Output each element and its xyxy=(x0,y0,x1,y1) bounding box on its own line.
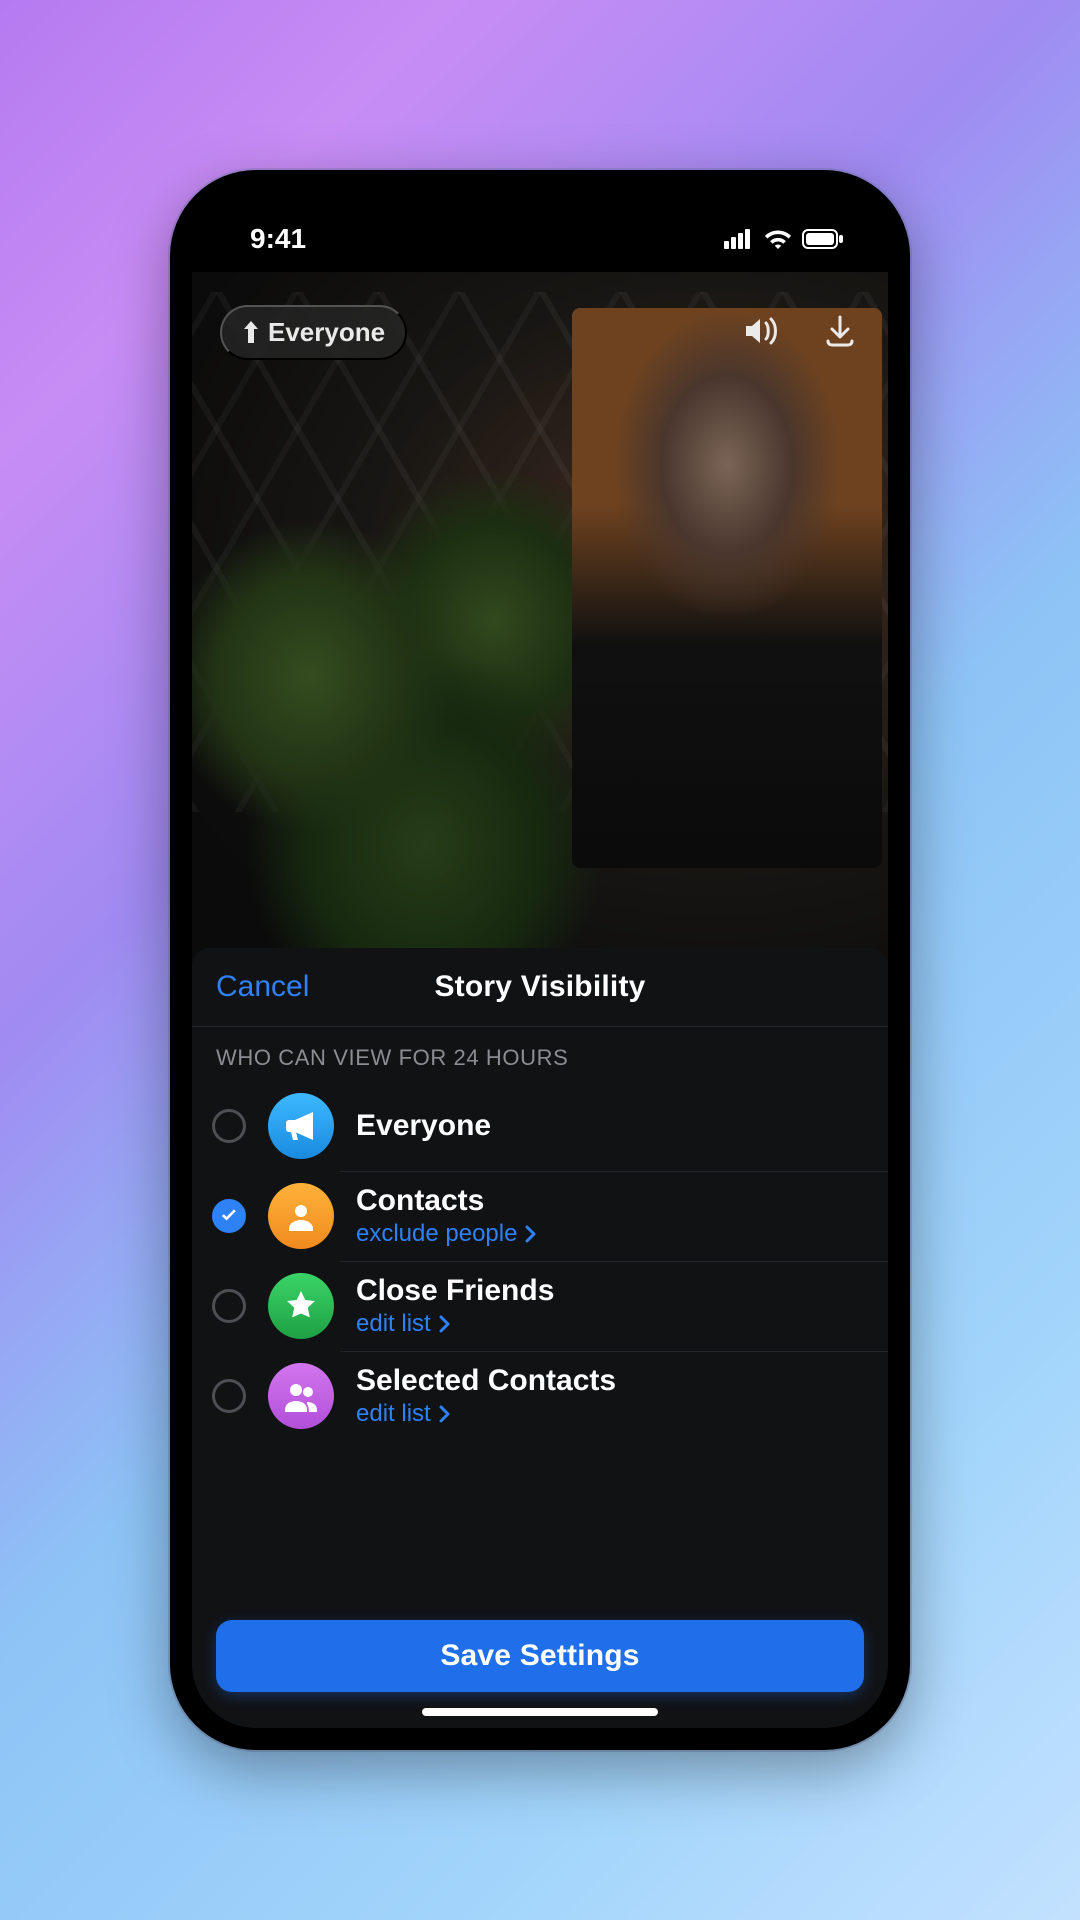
cancel-button[interactable]: Cancel xyxy=(216,970,309,1004)
option-text: Contacts exclude people xyxy=(356,1184,537,1248)
radio-everyone[interactable] xyxy=(212,1109,246,1143)
option-everyone[interactable]: Everyone xyxy=(192,1081,888,1171)
section-label: WHO CAN VIEW FOR 24 HOURS xyxy=(192,1026,888,1081)
option-link-selected-contacts[interactable]: edit list xyxy=(356,1400,616,1428)
option-link-exclude[interactable]: exclude people xyxy=(356,1220,537,1248)
story-person-overlay xyxy=(572,308,882,868)
star-icon xyxy=(268,1273,334,1339)
arrow-up-icon xyxy=(242,321,260,343)
save-button[interactable]: Save Settings xyxy=(216,1620,864,1692)
sheet-header: Cancel Story Visibility xyxy=(192,948,888,1026)
status-time: 9:41 xyxy=(250,223,306,255)
sheet-title: Story Visibility xyxy=(434,970,645,1004)
contact-icon xyxy=(268,1183,334,1249)
radio-contacts[interactable] xyxy=(212,1199,246,1233)
option-title: Contacts xyxy=(356,1184,537,1218)
privacy-pill[interactable]: Everyone xyxy=(220,305,407,360)
option-selected-contacts[interactable]: Selected Contacts edit list xyxy=(192,1351,888,1441)
privacy-sheet: Cancel Story Visibility WHO CAN VIEW FOR… xyxy=(192,948,888,1728)
megaphone-icon xyxy=(268,1093,334,1159)
option-title: Everyone xyxy=(356,1109,491,1143)
cellular-icon xyxy=(724,229,754,249)
privacy-pill-label: Everyone xyxy=(268,317,385,348)
story-foliage-overlay xyxy=(192,452,632,1012)
home-indicator[interactable] xyxy=(422,1708,658,1716)
speaker-icon xyxy=(740,311,780,354)
option-close-friends[interactable]: Close Friends edit list xyxy=(192,1261,888,1351)
people-icon xyxy=(268,1363,334,1429)
story-top-right xyxy=(740,312,860,352)
sound-button[interactable] xyxy=(740,312,780,352)
chevron-right-icon xyxy=(439,1405,451,1423)
option-link-label: exclude people xyxy=(356,1220,517,1248)
chevron-right-icon xyxy=(525,1225,537,1243)
option-contacts[interactable]: Contacts exclude people xyxy=(192,1171,888,1261)
chevron-right-icon xyxy=(439,1315,451,1333)
battery-icon xyxy=(802,229,844,249)
dynamic-island xyxy=(445,208,635,254)
option-text: Everyone xyxy=(356,1109,491,1143)
option-link-close-friends[interactable]: edit list xyxy=(356,1310,554,1338)
option-title: Selected Contacts xyxy=(356,1364,616,1398)
phone-screen: 9:41 Everyone xyxy=(192,192,888,1728)
status-right xyxy=(724,229,844,249)
radio-selected-contacts[interactable] xyxy=(212,1379,246,1413)
wifi-icon xyxy=(764,229,792,249)
option-link-label: edit list xyxy=(356,1310,431,1338)
option-list: Everyone Contacts exclude people xyxy=(192,1081,888,1441)
phone-device-frame: 9:41 Everyone xyxy=(170,170,910,1750)
download-button[interactable] xyxy=(820,312,860,352)
option-text: Selected Contacts edit list xyxy=(356,1364,616,1428)
download-icon xyxy=(822,313,858,352)
option-title: Close Friends xyxy=(356,1274,554,1308)
option-text: Close Friends edit list xyxy=(356,1274,554,1338)
story-top-controls: Everyone xyxy=(220,302,860,362)
option-link-label: edit list xyxy=(356,1400,431,1428)
radio-close-friends[interactable] xyxy=(212,1289,246,1323)
